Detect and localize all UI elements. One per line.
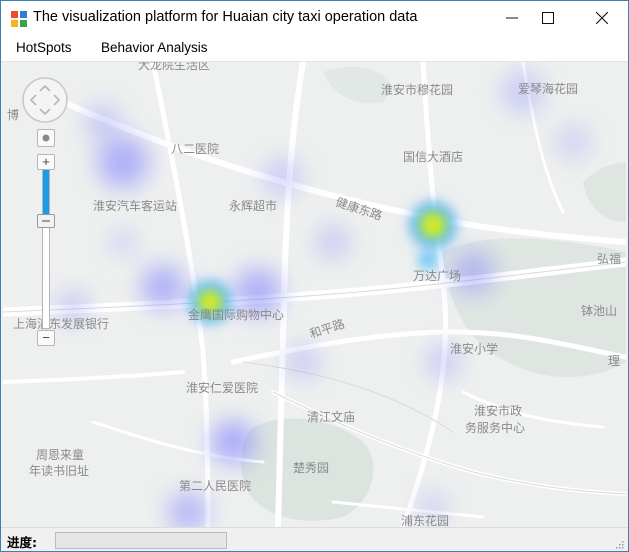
map-label: 理 (608, 354, 621, 368)
close-button[interactable] (579, 1, 625, 35)
minimize-icon (506, 17, 518, 19)
map-label: 周恩来童 (36, 448, 85, 462)
map-label: 淮安市穆花园 (381, 83, 454, 97)
menu-hotspots[interactable]: HotSpots (16, 40, 72, 55)
map-label: 八二医院 (171, 142, 220, 156)
close-icon (596, 12, 608, 24)
map-label: 爱琴海花园 (518, 82, 579, 96)
map-label: 淮安汽车客运站 (93, 199, 178, 213)
zoom-out-icon: − (42, 330, 50, 345)
window-title: The visualization platform for Huaian ci… (33, 9, 418, 25)
map-label: 楚秀园 (293, 461, 330, 475)
reset-icon (42, 134, 50, 142)
map-label: 国信大酒店 (403, 150, 464, 164)
map-label: 清江文庙 (307, 410, 356, 424)
zoom-out-button[interactable]: − (37, 330, 55, 346)
app-icon (11, 11, 27, 27)
map-view[interactable]: 大龙院生活区 博 淮安市穆花园 爱琴海花园 八二医院 国信大酒店 淮安汽车客运站… (3, 62, 626, 527)
status-bar: 进度: (1, 527, 628, 551)
slider-thumb-icon (42, 219, 50, 222)
maximize-button[interactable] (525, 1, 571, 35)
title-bar: The visualization platform for Huaian ci… (1, 1, 628, 35)
hotspot-wanda-core (425, 217, 441, 233)
map-label: 上海浦东发展银行 (13, 317, 110, 331)
map-label: 淮安市政 (474, 404, 523, 418)
map-label: 淮安小学 (450, 342, 499, 356)
zoom-slider-fill (43, 170, 49, 221)
zoom-slider-thumb[interactable] (37, 213, 55, 228)
resize-grip-icon[interactable] (614, 539, 624, 549)
map-label: 钵池山 (581, 304, 618, 318)
map-label: 金鹰国际购物中心 (188, 308, 285, 322)
map-label: 第二人民医院 (179, 479, 252, 493)
pan-control-icon (22, 77, 68, 123)
maximize-icon (542, 12, 554, 24)
zoom-reset-button[interactable] (37, 129, 55, 147)
map-label: 浦东花园 (401, 514, 450, 527)
map-canvas (3, 62, 626, 527)
map-label: 永辉超市 (229, 199, 278, 213)
main-window: The visualization platform for Huaian ci… (0, 0, 629, 552)
progress-label: 进度: (7, 535, 37, 550)
map-label: 弘福 (597, 252, 622, 266)
zoom-slider-track[interactable] (42, 169, 50, 329)
pan-control[interactable] (21, 76, 69, 124)
map-label: 大龙院生活区 (138, 62, 211, 72)
zoom-in-button[interactable]: + (37, 154, 55, 170)
progress-bar (55, 532, 227, 549)
menu-behavior-analysis[interactable]: Behavior Analysis (101, 40, 208, 55)
map-label: 务服务中心 (465, 421, 526, 435)
menu-bar: HotSpots Behavior Analysis (1, 35, 628, 62)
map-label: 万达广场 (413, 269, 462, 283)
map-label: 年读书旧址 (29, 464, 90, 478)
map-label: 博 (7, 108, 20, 122)
zoom-in-icon: + (42, 154, 50, 169)
map-label: 淮安仁爱医院 (186, 381, 259, 395)
